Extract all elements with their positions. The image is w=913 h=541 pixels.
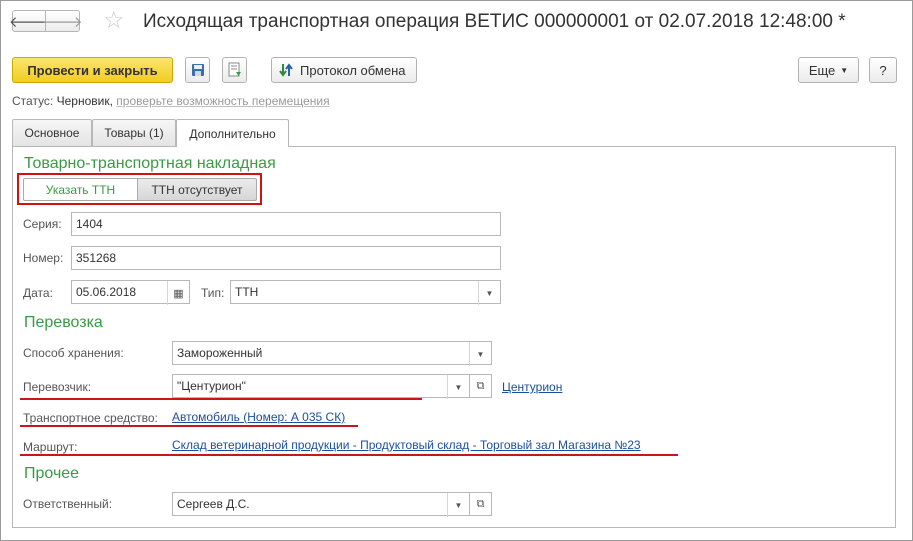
post-and-close-button[interactable]: Провести и закрыть	[12, 57, 173, 83]
chevron-down-icon[interactable]: ▼	[478, 281, 500, 305]
storage-value: Замороженный	[177, 346, 263, 360]
save-button[interactable]	[185, 57, 210, 83]
responsible-value: Сергеев Д.С.	[177, 497, 250, 511]
carrier-open-button[interactable]: ⧉	[470, 374, 492, 398]
back-button[interactable]: 🡐	[9, 10, 49, 32]
arrow-right-icon: 🡒	[42, 13, 83, 31]
number-label: Номер:	[23, 251, 64, 265]
responsible-label: Ответственный:	[23, 497, 113, 511]
section-other-title: Прочее	[24, 465, 80, 482]
route-red-underline	[20, 454, 678, 456]
status-line: Статус: Черновик, проверьте возможность …	[12, 94, 330, 108]
series-field[interactable]: 1404	[71, 212, 501, 236]
vehicle-label: Транспортное средство:	[23, 411, 158, 425]
section-ttn-title: Товарно-транспортная накладная	[24, 155, 276, 172]
route-link[interactable]: Склад ветеринарной продукции - Продуктов…	[172, 438, 641, 452]
more-button[interactable]: Еще ▼	[798, 57, 859, 83]
help-button[interactable]: ?	[869, 57, 897, 83]
number-field[interactable]: 351268	[71, 246, 501, 270]
exchange-log-label: Протокол обмена	[300, 62, 406, 78]
save-icon	[191, 64, 204, 76]
open-window-icon: ⧉	[476, 497, 485, 510]
tab-goods[interactable]: Товары (1)	[92, 119, 176, 146]
print-doc-button[interactable]	[222, 57, 247, 83]
type-label: Тип:	[201, 286, 225, 300]
exchange-log-button[interactable]: Протокол обмена	[271, 57, 417, 83]
ttn-toggle-highlight: Указать ТТН ТТН отсутствует	[17, 173, 262, 205]
window-title: Исходящая транспортная операция ВЕТИС 00…	[143, 11, 846, 32]
open-window-icon: ⧉	[476, 379, 485, 392]
date-value: 05.06.2018	[76, 285, 137, 299]
more-label: Еще	[808, 62, 836, 78]
tab-additional[interactable]: Дополнительно	[176, 119, 289, 147]
type-select[interactable]: ТТН ▼	[230, 280, 501, 305]
carrier-red-underline	[20, 398, 422, 400]
status-label: Статус:	[12, 94, 54, 108]
status-hint-link[interactable]: проверьте возможность перемещения	[116, 94, 329, 108]
status-value: Черновик,	[56, 94, 113, 108]
vehicle-red-underline	[20, 425, 358, 427]
vehicle-link[interactable]: Автомобиль (Номер: А 035 СК)	[172, 410, 345, 424]
chevron-down-icon[interactable]: ▼	[447, 493, 469, 517]
chevron-down-icon[interactable]: ▼	[447, 375, 469, 399]
section-transport-title: Перевозка	[24, 314, 103, 331]
storage-select[interactable]: Замороженный ▼	[172, 341, 492, 366]
calendar-icon[interactable]: ▦	[167, 281, 189, 305]
exchange-arrows-icon	[279, 63, 293, 77]
storage-label: Способ хранения:	[23, 346, 124, 360]
date-label: Дата:	[23, 286, 53, 300]
responsible-field[interactable]: Сергеев Д.С. ▼	[172, 492, 470, 517]
type-value: ТТН	[235, 285, 259, 299]
ttn-absent-toggle[interactable]: ТТН отсутствует	[137, 178, 257, 201]
carrier-link[interactable]: Центурион	[502, 380, 562, 394]
chevron-down-icon: ▼	[840, 65, 849, 75]
tab-main[interactable]: Основное	[12, 119, 92, 146]
forward-button[interactable]: 🡒	[42, 10, 83, 32]
series-label: Серия:	[23, 217, 62, 231]
date-field[interactable]: 05.06.2018 ▦	[71, 280, 190, 305]
route-label: Маршрут:	[23, 440, 78, 454]
specify-ttn-toggle[interactable]: Указать ТТН	[23, 178, 138, 201]
document-green-icon	[228, 62, 241, 77]
favorite-star-icon[interactable]: ☆	[103, 6, 125, 36]
responsible-open-button[interactable]: ⧉	[470, 492, 492, 516]
carrier-value: "Центурион"	[177, 379, 246, 393]
carrier-label: Перевозчик:	[23, 380, 92, 394]
carrier-field[interactable]: "Центурион" ▼	[172, 374, 470, 399]
chevron-down-icon[interactable]: ▼	[469, 342, 491, 366]
